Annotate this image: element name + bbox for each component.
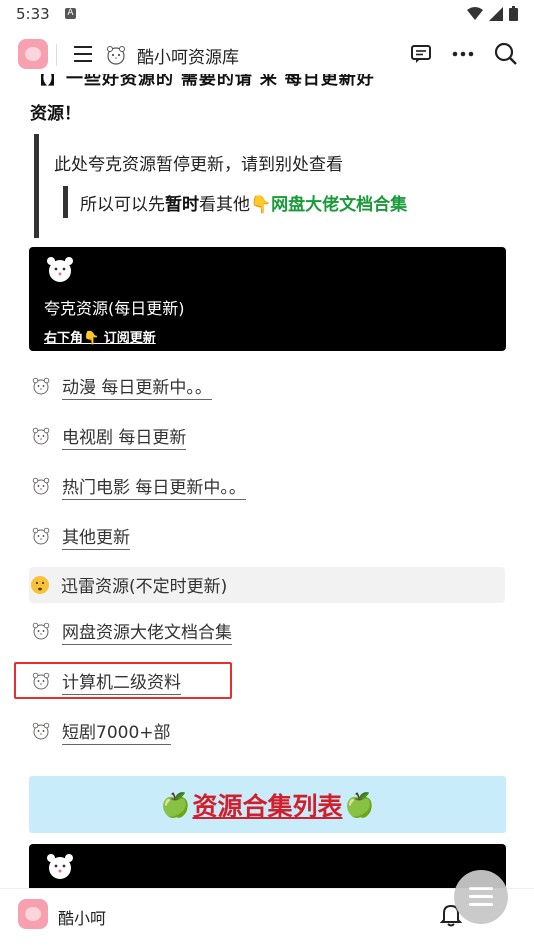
bear-icon — [30, 475, 52, 497]
list-item-label: 短剧7000+部 — [62, 718, 171, 745]
bear-icon — [30, 525, 52, 547]
bear-icon — [30, 425, 52, 447]
list-item-label: 动漫 每日更新中。。 — [62, 373, 212, 400]
apple-icon: 🍏 — [344, 790, 375, 819]
article-content: 【】一些好资源的 需要的请 来 每日更新好 资源！ 此处夸克资源暂停更新，请到别… — [0, 60, 534, 888]
bear-icon — [30, 720, 52, 742]
banner-title[interactable]: 资源合集列表 — [192, 787, 342, 823]
subscribe-link[interactable]: 右下角👇 订阅更新 — [44, 327, 156, 346]
status-a-icon: A — [65, 8, 76, 19]
list-item-docs[interactable]: 网盘资源大佬文档合集 — [30, 613, 506, 649]
battery-icon — [509, 6, 518, 21]
docs-collection-link[interactable]: 网盘大佬文档合集 — [271, 195, 407, 215]
list-item-other[interactable]: 其他更新 — [30, 518, 506, 554]
nested-quote: 所以可以先暂时看其他👇网盘大佬文档合集 — [63, 186, 407, 218]
apple-icon: 🍏 — [160, 790, 191, 819]
list-item-anime[interactable]: 动漫 每日更新中。。 — [30, 368, 506, 404]
wifi-icon — [467, 6, 483, 20]
list-item-thunder[interactable]: 迅雷资源(不定时更新) — [29, 567, 505, 603]
quote-prefix: 所以可以先 — [80, 195, 165, 215]
list-item-label: 其他更新 — [62, 523, 130, 550]
confused-face-icon — [29, 574, 51, 596]
selection-highlight — [14, 662, 232, 699]
bear-icon — [47, 854, 73, 879]
status-icons — [467, 6, 518, 21]
quark-card: 夸克资源(每日更新) 右下角👇 订阅更新 — [29, 247, 506, 351]
list-item-label: 网盘资源大佬文档合集 — [62, 618, 232, 645]
list-item-movies[interactable]: 热门电影 每日更新中。。 — [30, 468, 506, 504]
quote-middle: 看其他👇 — [199, 195, 272, 215]
bear-icon — [30, 375, 52, 397]
list-item-label: 迅雷资源(不定时更新) — [61, 577, 228, 597]
list-item-tv[interactable]: 电视剧 每日更新 — [30, 418, 506, 454]
status-bar: 5:33 A — [0, 0, 534, 28]
second-card — [29, 844, 506, 888]
list-item-shortdrama[interactable]: 短剧7000+部 — [30, 713, 506, 749]
list-item-label: 热门电影 每日更新中。。 — [62, 473, 246, 500]
author-name[interactable]: 酷小呵 — [58, 905, 106, 929]
quote-bold: 暂时 — [165, 195, 199, 215]
signal-icon — [489, 6, 503, 21]
card-title: 夸克资源(每日更新) — [44, 299, 185, 318]
collection-banner[interactable]: 🍏 资源合集列表 🍏 — [29, 776, 506, 833]
nested-quote-text: 所以可以先暂时看其他👇网盘大佬文档合集 — [80, 190, 407, 215]
notice-text: 此处夸克资源暂停更新，请到别处查看 — [54, 155, 343, 175]
bear-icon — [47, 257, 73, 282]
heading-line: 资源！ — [30, 104, 81, 124]
author-avatar[interactable] — [18, 899, 48, 929]
partial-heading: 【】一些好资源的 需要的请 来 每日更新好 — [30, 69, 375, 89]
bear-icon — [30, 620, 52, 642]
notice-quote: 此处夸克资源暂停更新，请到别处查看 所以可以先暂时看其他👇网盘大佬文档合集 — [34, 134, 509, 238]
floating-menu-button[interactable] — [454, 870, 508, 924]
status-time: 5:33 — [16, 5, 50, 23]
list-item-label: 电视剧 每日更新 — [62, 423, 187, 450]
